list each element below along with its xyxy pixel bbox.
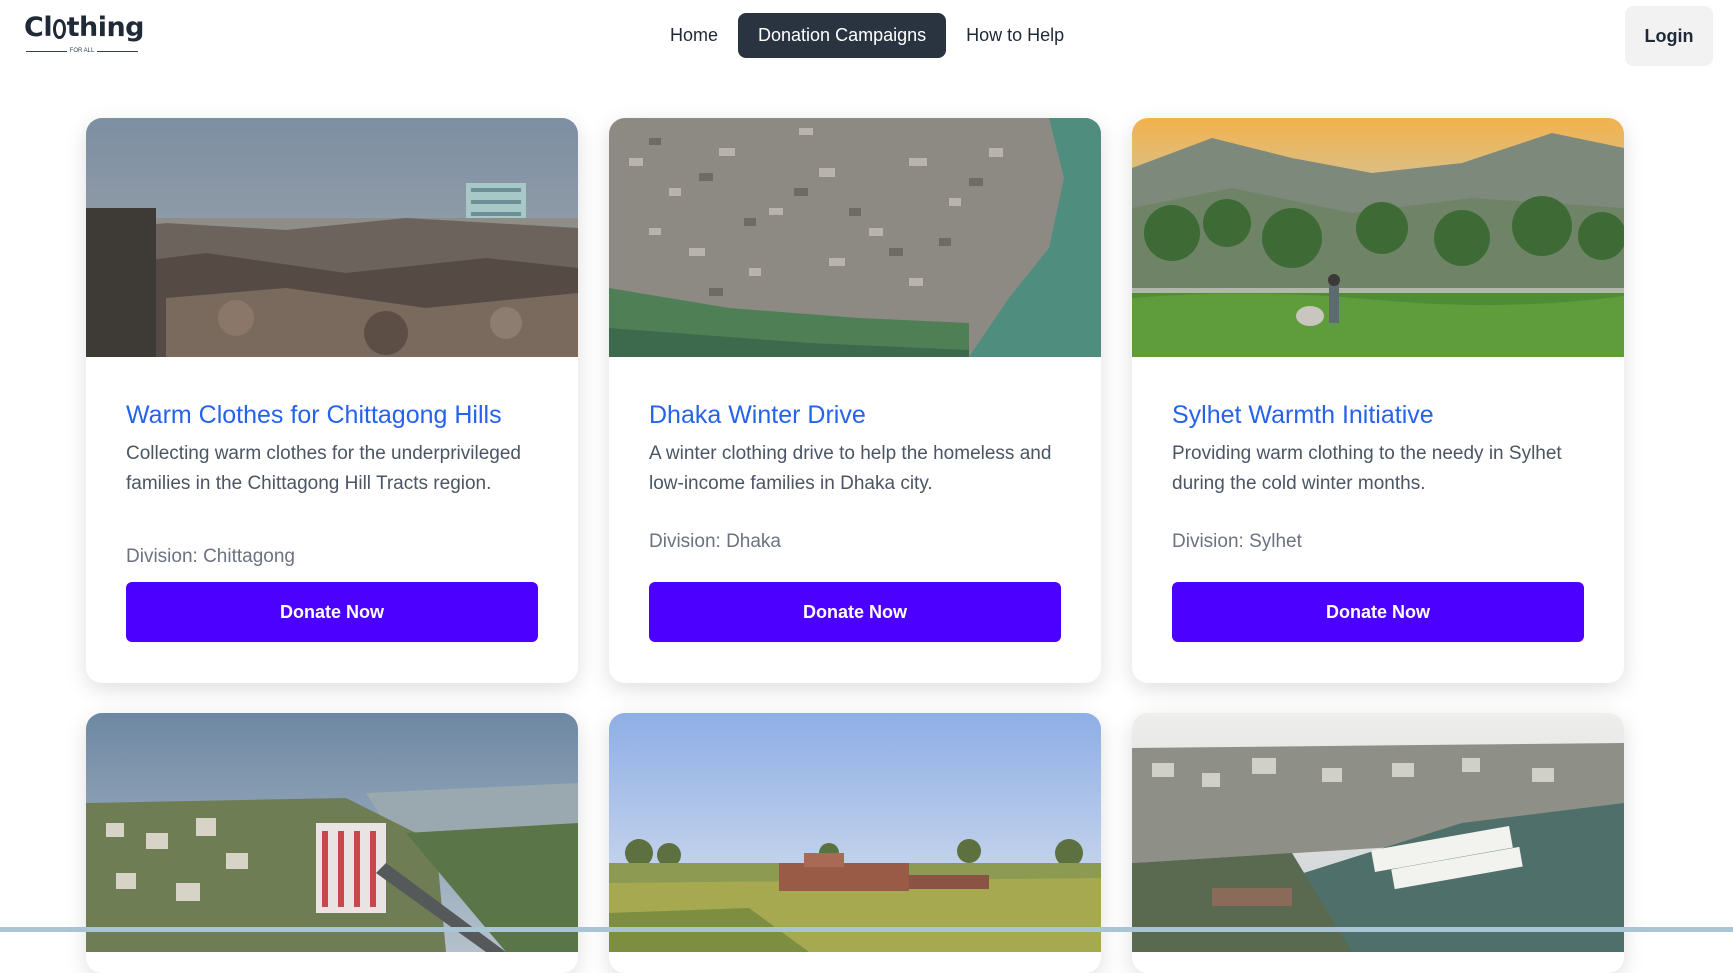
ancient-ruins-photo	[609, 713, 1101, 952]
logo-text-start: Cl	[24, 12, 53, 43]
dhaka-aerial-photo	[609, 118, 1101, 357]
campaign-description: Providing warm clothing to the needy in …	[1172, 443, 1562, 494]
logo-text-end: thing	[66, 12, 145, 43]
campaign-description: A winter clothing drive to help the home…	[649, 443, 1052, 494]
nav-links: Home Donation Campaigns How to Help	[650, 13, 1084, 58]
logo-wordmark: Cl thing	[24, 12, 145, 44]
campaign-division: Division: Chittagong	[126, 546, 295, 567]
campaign-image	[1132, 713, 1624, 952]
donate-now-button[interactable]: Donate Now	[126, 582, 538, 642]
logo-divider	[97, 50, 138, 52]
river-port-photo	[1132, 713, 1624, 952]
card-body: Warm Clothes for Chittagong Hills Collec…	[86, 357, 578, 539]
campaign-description: Collecting warm clothes for the underpri…	[126, 443, 521, 494]
campaign-title[interactable]: Dhaka Winter Drive	[649, 399, 1061, 431]
login-button[interactable]: Login	[1625, 6, 1713, 66]
campaign-title[interactable]: Sylhet Warmth Initiative	[1172, 399, 1584, 431]
card-body: Sylhet Warmth Initiative Providing warm …	[1132, 357, 1624, 539]
nav-donation-campaigns[interactable]: Donation Campaigns	[738, 13, 947, 58]
campaign-image	[609, 118, 1101, 357]
campaign-title[interactable]: Warm Clothes for Chittagong Hills	[126, 399, 538, 431]
campaign-image	[609, 713, 1101, 952]
logo[interactable]: Cl thing FOR ALL	[24, 12, 145, 55]
logo-tagline-text: FOR ALL	[69, 48, 95, 54]
nav-home[interactable]: Home	[650, 13, 738, 58]
campaign-division: Division: Dhaka	[649, 531, 781, 552]
logo-tagline: FOR ALL	[26, 47, 138, 55]
campaign-card[interactable]	[86, 713, 578, 973]
campaign-card[interactable]	[609, 713, 1101, 973]
campaign-division: Division: Sylhet	[1172, 531, 1302, 552]
navbar: Cl thing FOR ALL Home Donation Campaigns …	[0, 0, 1733, 72]
campaign-card[interactable]	[1132, 713, 1624, 973]
campaign-image	[1132, 118, 1624, 357]
logo-divider	[26, 50, 67, 52]
campaign-card[interactable]: Sylhet Warmth Initiative Providing warm …	[1132, 118, 1624, 683]
donate-now-button[interactable]: Donate Now	[649, 582, 1061, 642]
campaign-image	[86, 118, 578, 357]
campaign-card[interactable]: Warm Clothes for Chittagong Hills Collec…	[86, 118, 578, 683]
campaign-card[interactable]: Dhaka Winter Drive A winter clothing dri…	[609, 118, 1101, 683]
card-body: Dhaka Winter Drive A winter clothing dri…	[609, 357, 1101, 539]
chittagong-fire-photo	[86, 118, 578, 357]
page-bottom-edge	[0, 927, 1733, 932]
city-skyline-photo	[86, 713, 578, 952]
campaign-image	[86, 713, 578, 952]
sylhet-tea-garden-photo	[1132, 118, 1624, 357]
donate-now-button[interactable]: Donate Now	[1172, 582, 1584, 642]
hanger-o-icon	[53, 19, 66, 39]
nav-how-to-help[interactable]: How to Help	[946, 13, 1084, 58]
